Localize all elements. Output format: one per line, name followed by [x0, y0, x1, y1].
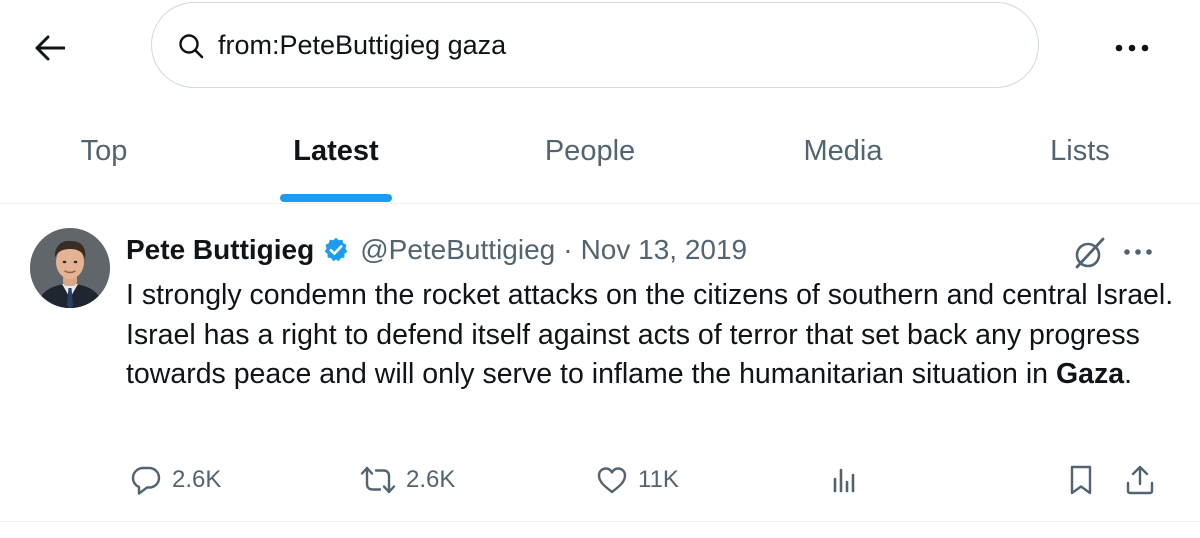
reply-icon [131, 466, 161, 495]
tab-top[interactable]: Top [24, 100, 184, 203]
more-options-button[interactable] [1110, 28, 1154, 68]
tweet-text-end: . [1124, 358, 1132, 390]
more-horizontal-icon [1115, 44, 1149, 52]
verified-badge-icon [325, 237, 348, 262]
search-input[interactable] [218, 25, 998, 65]
bookmark-icon [1070, 465, 1092, 495]
analytics-icon [833, 468, 855, 493]
tab-latest[interactable]: Latest [256, 100, 416, 203]
repost-button[interactable]: 2.6K [360, 458, 455, 502]
tweet-more-button[interactable] [1118, 234, 1158, 270]
tweet-text-body: I strongly condemn the rocket attacks on… [126, 279, 1174, 390]
tab-media[interactable]: Media [763, 100, 923, 203]
display-name[interactable]: Pete Buttigieg [126, 234, 314, 266]
profile-photo [30, 228, 110, 308]
like-button[interactable]: 11K [596, 458, 679, 502]
heart-icon [597, 467, 627, 494]
avatar[interactable] [30, 228, 110, 308]
search-tabs: Top Latest People Media Lists [0, 100, 1200, 204]
repost-icon [360, 466, 396, 494]
separator-dot: · [563, 234, 573, 265]
top-bar [0, 0, 1200, 100]
repost-count: 2.6K [406, 466, 456, 493]
handle[interactable]: @PeteButtigieg [360, 234, 555, 266]
tab-lists[interactable]: Lists [1000, 100, 1160, 203]
share-button[interactable] [1124, 458, 1156, 502]
tweet-date[interactable]: Nov 13, 2019 [581, 234, 748, 266]
search-box[interactable] [151, 2, 1039, 88]
bookmark-button[interactable] [1066, 458, 1096, 502]
arrow-left-icon [35, 35, 65, 61]
search-term-highlight: Gaza [1055, 358, 1125, 390]
search-icon [179, 34, 204, 59]
like-count: 11K [638, 466, 679, 493]
more-horizontal-icon [1124, 249, 1152, 255]
tweet-header: Pete Buttigieg @PeteButtigieg · Nov 13, … [126, 230, 747, 270]
tweet-actions: 2.6K 2.6K 11K [0, 458, 1200, 502]
reply-button[interactable]: 2.6K [130, 458, 221, 502]
back-button[interactable] [24, 22, 76, 74]
grok-icon[interactable] [1070, 234, 1108, 272]
tweet-text: I strongly condemn the rocket attacks on… [126, 276, 1176, 395]
reply-count: 2.6K [172, 466, 222, 493]
share-icon [1126, 465, 1154, 495]
views-button[interactable] [830, 458, 860, 502]
tab-people[interactable]: People [510, 100, 670, 203]
tweet[interactable]: Pete Buttigieg @PeteButtigieg · Nov 13, … [0, 204, 1200, 522]
active-tab-indicator [280, 194, 392, 202]
